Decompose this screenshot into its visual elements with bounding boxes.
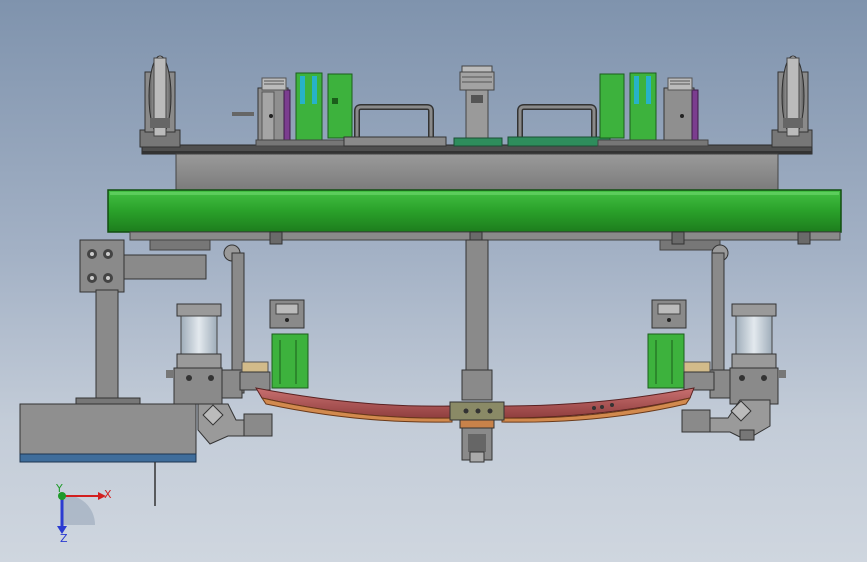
main-beam	[107, 189, 842, 233]
frame-upper-body	[175, 153, 779, 193]
x-axis-label: X	[104, 488, 112, 501]
left-caster-wheel	[139, 55, 181, 148]
fixture-assembly-drawing: X Y Z	[19, 55, 842, 545]
cad-viewport[interactable]: X Y Z	[0, 0, 867, 562]
green-beam	[107, 189, 842, 233]
coordinate-triad: X Y Z	[55, 482, 112, 545]
right-clamp-jaw	[681, 399, 771, 441]
y-axis-label: Y	[55, 482, 63, 495]
left-upper-clamp-stack	[232, 72, 355, 147]
left-pneumatic-cylinder	[166, 303, 223, 405]
right-caster-wheel	[771, 55, 813, 148]
left-clamp-jaw	[197, 403, 273, 445]
left-handle	[343, 104, 447, 147]
top-plate-assembly	[141, 144, 813, 193]
center-post	[453, 65, 503, 147]
center-spring-clamp	[449, 401, 505, 463]
right-handle	[507, 104, 611, 147]
right-pneumatic-cylinder	[729, 303, 786, 405]
left-green-clamp	[239, 299, 309, 391]
z-axis-label: Z	[60, 532, 68, 545]
center-column	[461, 239, 493, 401]
right-green-clamp	[647, 299, 715, 391]
right-upper-clamp-stack	[597, 72, 709, 147]
